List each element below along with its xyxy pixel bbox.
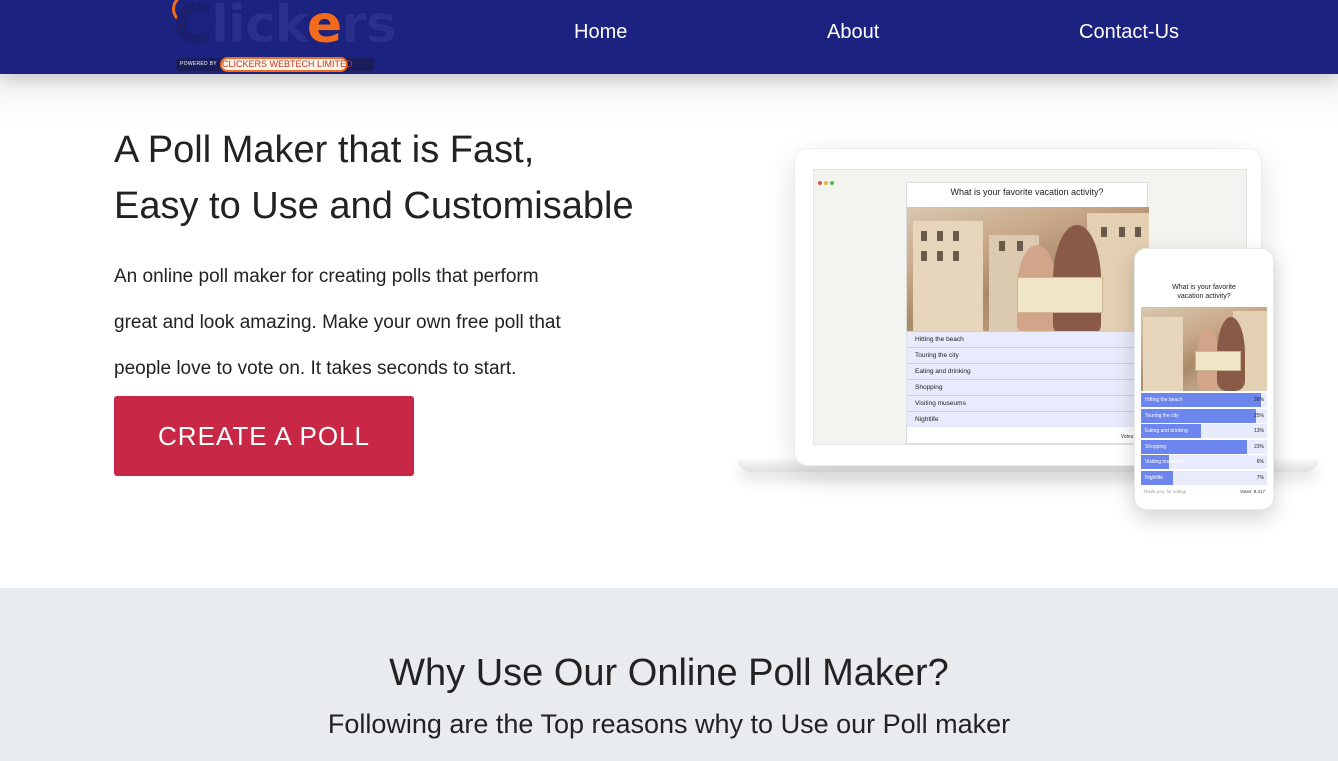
phone-result-row: Eating and drinking 13% bbox=[1141, 424, 1267, 439]
nav-about[interactable]: About bbox=[827, 21, 879, 44]
hero-desc-line-2: great and look amazing. Make your own fr… bbox=[114, 312, 561, 333]
clickers-logo[interactable]: Clickers POWERED BY CLICKERS WEBTECH LIM… bbox=[172, 0, 397, 74]
phone-result-row: Nightlife 7% bbox=[1141, 471, 1267, 485]
phone-votes: Votes: 9,217 bbox=[1239, 489, 1265, 494]
phone-result-label: Visiting museums bbox=[1145, 459, 1185, 466]
phone-result-percent: 25% bbox=[1253, 412, 1264, 419]
hero-desc-line-3: people love to vote on. It takes seconds… bbox=[114, 358, 517, 379]
logo-company-badge: CLICKERS WEBTECH LIMITED bbox=[220, 57, 353, 72]
laptop-option: Shopping bbox=[907, 379, 1149, 395]
phone-result-label: Nightlife bbox=[1145, 475, 1164, 481]
phone-result-percent: 7% bbox=[1256, 475, 1264, 481]
laptop-poll-card: What is your favorite vacation activity?… bbox=[906, 182, 1149, 444]
create-poll-button[interactable]: CREATE A POLL bbox=[114, 396, 414, 476]
phone-result-row: Hitting the beach 26% bbox=[1141, 393, 1267, 407]
phone-thanks: Thank you, for voting! bbox=[1143, 489, 1187, 494]
phone-result-row: Shopping 23% bbox=[1141, 439, 1267, 454]
hero-title-line-2: Easy to Use and Customisable bbox=[114, 185, 634, 227]
top-navbar: Clickers POWERED BY CLICKERS WEBTECH LIM… bbox=[0, 0, 1338, 74]
window-dots-icon bbox=[818, 172, 836, 190]
hero-desc-line-1: An online poll maker for creating polls … bbox=[114, 266, 539, 287]
why-subtitle: Following are the Top reasons why to Use… bbox=[327, 709, 1011, 739]
tourists-photo bbox=[907, 207, 1149, 331]
laptop-option: Hitting the beach bbox=[907, 331, 1149, 347]
device-mockup-image: What is your favorite vacation activity?… bbox=[690, 122, 1338, 542]
hero-description: An online poll maker for creating polls … bbox=[114, 254, 634, 392]
phone-result-label: Touring the city bbox=[1145, 412, 1179, 419]
phone-result-row: Visiting museums 6% bbox=[1141, 455, 1267, 470]
phone-poll-question: What is your favorite vacation activity? bbox=[1172, 284, 1236, 300]
nav-contact-us[interactable]: Contact-Us bbox=[1079, 21, 1179, 44]
logo-powered-by: POWERED BY bbox=[180, 61, 217, 67]
phone-result-label: Hitting the beach bbox=[1145, 397, 1183, 403]
phone-result-percent: 13% bbox=[1253, 428, 1264, 435]
why-title: Why Use Our Online Poll Maker? bbox=[389, 652, 949, 694]
laptop-option: Visiting museums bbox=[907, 395, 1149, 411]
nav-home[interactable]: Home bbox=[574, 21, 627, 44]
phone-mockup: What is your favorite vacation activity?… bbox=[1134, 248, 1274, 510]
phone-result-row: Touring the city 25% bbox=[1141, 408, 1267, 423]
phone-result-percent: 26% bbox=[1253, 397, 1264, 403]
phone-tourists-photo bbox=[1141, 307, 1267, 391]
hero-title: A Poll Maker that is Fast, Easy to Use a… bbox=[114, 122, 634, 234]
phone-result-percent: 23% bbox=[1253, 443, 1264, 450]
laptop-option: Nightlife bbox=[907, 411, 1149, 427]
phone-result-percent: 6% bbox=[1256, 459, 1264, 466]
laptop-option: Eating and drinking bbox=[907, 363, 1149, 379]
hero-title-line-1: A Poll Maker that is Fast, bbox=[114, 129, 535, 171]
phone-result-label: Shopping bbox=[1145, 443, 1167, 450]
phone-result-label: Eating and drinking bbox=[1145, 428, 1188, 435]
laptop-poll-question: What is your favorite vacation activity? bbox=[950, 187, 1104, 197]
logo-wordmark: Clickers bbox=[174, 0, 397, 55]
laptop-option: Touring the city bbox=[907, 347, 1149, 363]
